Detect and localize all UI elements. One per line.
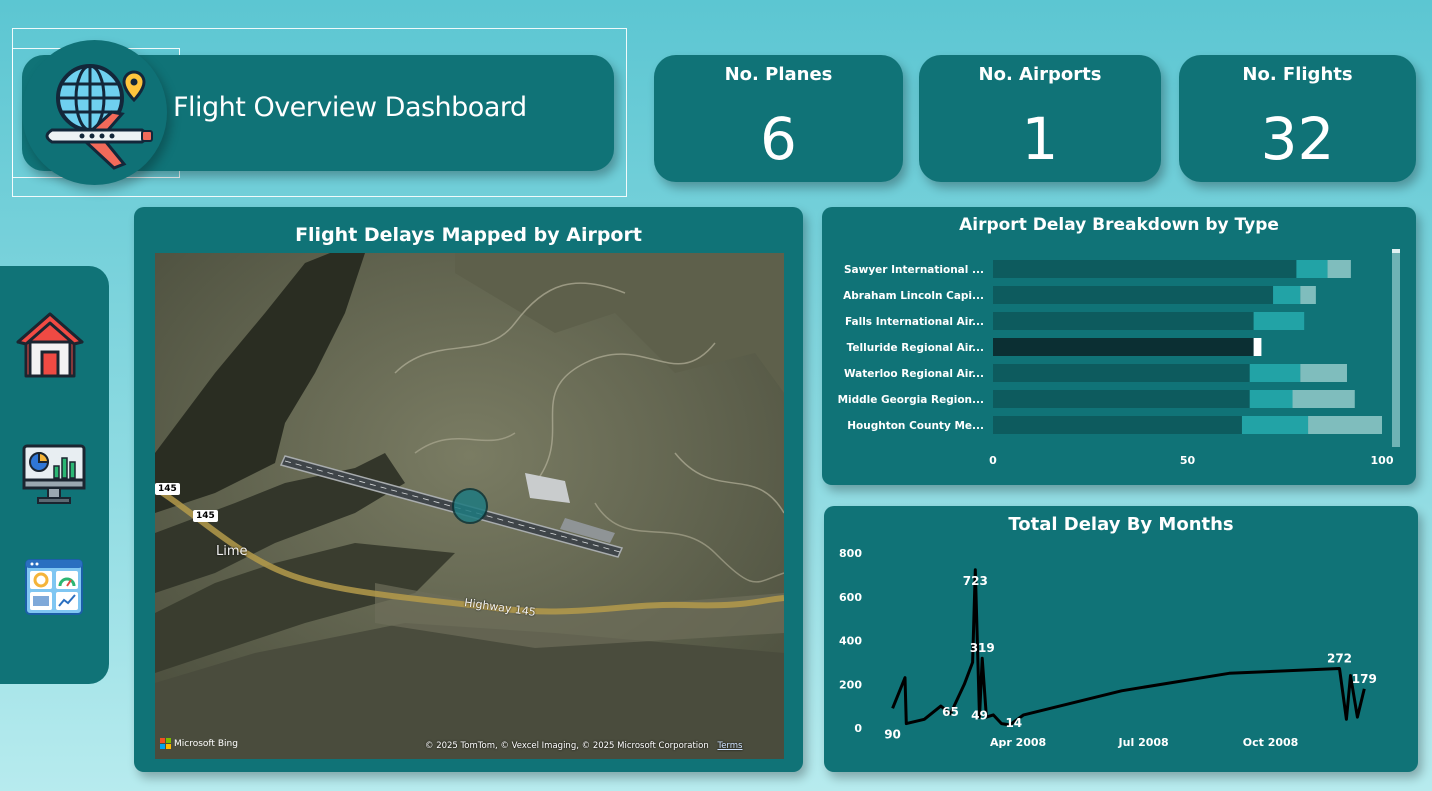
bar-segment xyxy=(1241,416,1309,434)
microsoft-logo-icon xyxy=(160,738,171,749)
data-label: 319 xyxy=(970,641,995,655)
bar-segment xyxy=(1327,260,1351,278)
data-label: 14 xyxy=(1005,716,1022,730)
provider-text: Microsoft Bing xyxy=(174,738,238,749)
category-label: Waterloo Regional Air... xyxy=(844,368,984,380)
bar-segment xyxy=(1292,390,1355,408)
monitor-chart-icon xyxy=(22,444,86,504)
bar-segment xyxy=(993,260,1297,278)
place-label: Lime xyxy=(216,544,248,559)
y-tick-label: 200 xyxy=(839,678,862,691)
bar-segment xyxy=(993,338,1254,356)
y-tick-label: 400 xyxy=(839,635,862,648)
kpi-card-flights: No. Flights 32 xyxy=(1179,55,1416,182)
kpi-label: No. Planes xyxy=(724,64,833,85)
globe-airplane-icon xyxy=(45,64,153,170)
kpi-label: No. Airports xyxy=(978,64,1102,85)
delay-breakdown-chart: Sawyer International ... Abraham Lincoln … xyxy=(838,249,1400,467)
nav-analytics-button[interactable] xyxy=(22,444,86,510)
sidebar xyxy=(0,266,109,684)
delay-line xyxy=(891,568,1366,727)
data-label: 65 xyxy=(942,705,959,719)
kpi-value: 1 xyxy=(1021,105,1059,173)
nav-dashboard-button[interactable] xyxy=(24,558,84,620)
nav-home-button[interactable] xyxy=(14,310,86,384)
bar-segment xyxy=(993,312,1254,330)
bar-segment xyxy=(1253,338,1262,356)
home-icon xyxy=(16,312,84,378)
dashboard-gauge-icon xyxy=(25,559,83,615)
bar-segment xyxy=(993,364,1250,382)
category-label: Houghton County Me... xyxy=(847,420,984,432)
category-label: Sawyer International ... xyxy=(844,264,984,276)
x-tick-label: Oct 2008 xyxy=(1243,736,1299,749)
bar-segment xyxy=(993,390,1250,408)
bar-segment xyxy=(1308,416,1382,434)
kpi-value: 32 xyxy=(1260,105,1335,173)
map-provider: Microsoft Bing xyxy=(160,738,238,749)
bar-segment xyxy=(1296,260,1328,278)
map-attribution: © 2025 TomTom, © Vexcel Imaging, © 2025 … xyxy=(425,741,742,751)
bar-segment xyxy=(993,416,1242,434)
scrollbar-track xyxy=(1392,249,1400,447)
y-tick-label: 600 xyxy=(839,591,862,604)
monthly-delay-card: Total Delay By Months 0 200 400 600 800 Apr 2… xyxy=(824,506,1418,772)
category-label: Abraham Lincoln Capi... xyxy=(843,290,984,302)
satellite-map-image xyxy=(155,253,784,759)
data-label: 272 xyxy=(1327,652,1352,666)
x-tick-label: Jul 2008 xyxy=(1118,736,1169,749)
kpi-card-planes: No. Planes 6 xyxy=(654,55,903,182)
dashboard-title: Flight Overview Dashboard xyxy=(173,92,527,123)
terms-link[interactable]: Terms xyxy=(717,741,742,751)
bar-segment xyxy=(1249,364,1301,382)
attribution-text: © 2025 TomTom, © Vexcel Imaging, © 2025 … xyxy=(425,741,709,751)
category-label: Telluride Regional Air... xyxy=(847,342,984,354)
data-label: 179 xyxy=(1352,672,1377,686)
airport-map[interactable]: 145 145 Lime Highway 145 Microsoft Bing … xyxy=(155,253,784,759)
x-tick-label: Apr 2008 xyxy=(990,736,1046,749)
data-label: 90 xyxy=(884,727,901,741)
highway-shield-1: 145 xyxy=(155,483,180,495)
y-tick-label: 800 xyxy=(839,547,862,560)
y-tick-label: 0 xyxy=(854,722,862,735)
map-title: Flight Delays Mapped by Airport xyxy=(295,224,642,246)
x-tick-label: 0 xyxy=(989,454,997,467)
delay-chart-title: Airport Delay Breakdown by Type xyxy=(959,215,1279,235)
data-label: 723 xyxy=(963,574,988,588)
bar-segment xyxy=(1273,286,1301,304)
month-chart-title: Total Delay By Months xyxy=(1008,514,1234,535)
map-card: Flight Delays Mapped by Airport 145 145 … xyxy=(134,207,803,772)
monthly-delay-chart: 0 200 400 600 800 Apr 2008 Jul 2008 Oct 2008 90 6… xyxy=(839,547,1377,749)
kpi-label: No. Flights xyxy=(1242,64,1353,85)
logo-badge xyxy=(22,40,167,185)
delay-breakdown-card: Airport Delay Breakdown by Type Sawyer I… xyxy=(822,207,1416,485)
kpi-value: 6 xyxy=(760,105,797,173)
x-tick-label: 50 xyxy=(1180,454,1196,467)
scrollbar-thumb xyxy=(1392,249,1400,253)
highway-shield-2: 145 xyxy=(193,510,218,522)
bar-segment xyxy=(1300,364,1347,382)
category-label: Falls International Air... xyxy=(845,316,984,328)
category-label: Middle Georgia Region... xyxy=(838,394,984,406)
data-label: 49 xyxy=(971,708,988,722)
bar-segment xyxy=(1249,390,1293,408)
bar-segment xyxy=(1300,286,1316,304)
bar-segment xyxy=(1253,312,1305,330)
x-tick-label: 100 xyxy=(1371,454,1394,467)
bar-segment xyxy=(993,286,1274,304)
kpi-card-airports: No. Airports 1 xyxy=(919,55,1161,182)
